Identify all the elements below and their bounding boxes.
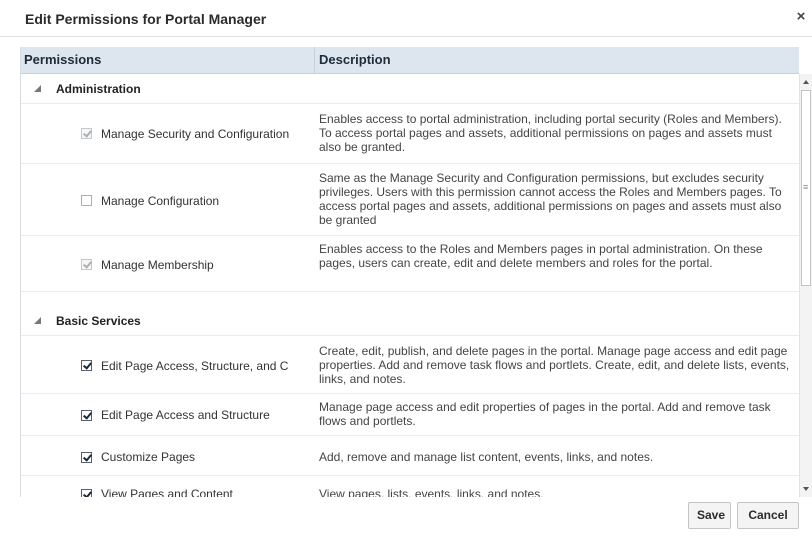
group-label: Basic Services bbox=[56, 314, 141, 328]
table-row: Edit Page Access, Structure, and C Creat… bbox=[21, 336, 799, 394]
permission-label: Manage Configuration bbox=[101, 194, 220, 208]
checkbox-icon[interactable] bbox=[81, 410, 92, 421]
scrollbar-thumb[interactable]: ≡ bbox=[801, 90, 811, 286]
checkbox-icon[interactable] bbox=[81, 195, 92, 206]
permission-label: Edit Page Access, Structure, and C bbox=[101, 359, 289, 373]
group-row-administration[interactable]: Administration bbox=[21, 74, 799, 104]
permission-description: Create, edit, publish, and delete pages … bbox=[319, 344, 790, 386]
checkbox-icon[interactable] bbox=[81, 452, 92, 463]
group-row-basic-services[interactable]: Basic Services bbox=[21, 306, 799, 336]
collapse-triangle-icon[interactable] bbox=[34, 85, 41, 92]
permission-label: View Pages and Content bbox=[101, 487, 233, 497]
scroll-down-arrow-icon[interactable] bbox=[803, 487, 809, 491]
permission-label: Edit Page Access and Structure bbox=[101, 408, 270, 422]
edit-permissions-dialog: Edit Permissions for Portal Manager × Pe… bbox=[0, 0, 812, 542]
close-icon[interactable]: × bbox=[794, 9, 808, 25]
table-row: Customize Pages Add, remove and manage l… bbox=[21, 436, 799, 476]
header-permissions[interactable]: Permissions bbox=[21, 47, 314, 73]
permission-description: Enables access to the Roles and Members … bbox=[319, 242, 763, 270]
checkbox-icon bbox=[81, 128, 92, 139]
checkbox-icon bbox=[81, 259, 92, 270]
checkbox-icon[interactable] bbox=[81, 489, 92, 497]
permission-label: Manage Membership bbox=[101, 258, 214, 272]
table-row: Manage Security and Configuration Enable… bbox=[21, 104, 799, 164]
scroll-up-arrow-icon[interactable] bbox=[803, 80, 809, 84]
permission-description: Add, remove and manage list content, eve… bbox=[319, 450, 654, 464]
collapse-triangle-icon[interactable] bbox=[34, 317, 41, 324]
table-header: Permissions Description bbox=[21, 47, 799, 74]
table-row: Manage Configuration Same as the Manage … bbox=[21, 164, 799, 236]
permission-description: Enables access to portal administration,… bbox=[319, 112, 782, 154]
dialog-title-bar: Edit Permissions for Portal Manager × bbox=[0, 0, 812, 37]
save-button[interactable]: Save bbox=[688, 502, 731, 529]
dialog-title: Edit Permissions for Portal Manager bbox=[25, 11, 267, 27]
vertical-scrollbar[interactable]: ≡ bbox=[799, 74, 812, 497]
checkbox-icon[interactable] bbox=[81, 360, 92, 371]
table-row: View Pages and Content View pages, lists… bbox=[21, 476, 799, 497]
permission-description: Same as the Manage Security and Configur… bbox=[319, 171, 782, 227]
grip-icon: ≡ bbox=[803, 182, 809, 192]
permission-label: Customize Pages bbox=[101, 450, 196, 464]
header-description[interactable]: Description bbox=[314, 47, 804, 73]
permission-label: Manage Security and Configuration bbox=[101, 127, 290, 141]
table-row: Manage Membership Enables access to the … bbox=[21, 236, 799, 292]
permission-description: View pages, lists, events, links, and no… bbox=[319, 487, 544, 497]
table-row: Edit Page Access and Structure Manage pa… bbox=[21, 394, 799, 436]
permissions-table: Permissions Description Administration M… bbox=[20, 47, 812, 497]
permission-description: Manage page access and edit properties o… bbox=[319, 400, 771, 428]
cancel-button[interactable]: Cancel bbox=[737, 502, 799, 529]
group-label: Administration bbox=[56, 82, 141, 96]
